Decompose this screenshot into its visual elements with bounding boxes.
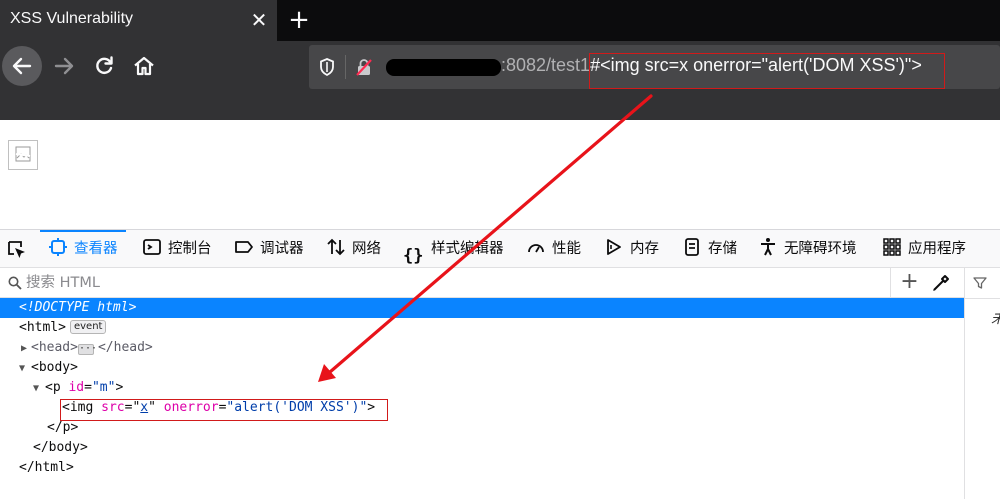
tab-title: XSS Vulnerability [10,10,134,27]
tab-label: 存储 [708,241,737,257]
tab-label: 网络 [352,241,381,257]
eyedropper-icon[interactable] [930,272,952,294]
tab-performance[interactable]: 性能 [526,230,581,268]
tab-label: 应用程序 [908,241,966,257]
doctype-text: <!DOCTYPE html> [19,300,137,315]
side-panel-text: 未 [991,308,1000,328]
tab-label: 内存 [630,241,659,257]
search-icon [8,276,22,290]
broken-image-icon [15,146,31,162]
collapse-twisty-icon[interactable]: ▼ [33,379,43,399]
back-button[interactable] [2,46,42,86]
p-close-tag: </p> [47,420,79,435]
tab-network[interactable]: 网络 [326,230,381,268]
home-button[interactable] [124,46,164,86]
tab-label: 无障碍环境 [784,241,857,257]
performance-icon [528,244,544,253]
img-open-tag: <img [62,400,94,415]
url-separator [345,55,346,79]
img-onerror-name: onerror [163,400,219,415]
debugger-icon [235,241,253,253]
img-close-bracket: > [367,400,376,415]
browser-tab[interactable]: XSS Vulnerability ✕ [0,0,277,41]
head-close-tag: </head> [97,340,153,355]
nav-bar: :8082/test1#<img src=x onerror="alert('D… [0,41,1000,120]
tree-node-p[interactable]: ▼ <p id="m"> [0,378,964,398]
arrow-left-icon [12,57,32,75]
body-close-tag: </body> [33,440,88,455]
broken-image [8,140,38,170]
tree-node-body-close[interactable]: </body> [0,438,964,458]
tab-close-icon[interactable]: ✕ [246,6,272,34]
tree-node-img[interactable]: <img src="x" onerror="alert('DOM XSS')"> [0,398,964,418]
devtools-panel: 查看器 控制台 调试器 网络 {} 样式编辑器 性能 内存 存储 无障碍环境 应用… [0,229,1000,499]
home-icon [134,56,154,76]
new-tab-button[interactable]: + [284,4,314,36]
element-picker-icon[interactable] [6,239,28,261]
img-src-name: src [101,400,125,415]
html-search-row: + [0,268,964,298]
inspector-icon [49,238,67,256]
tab-accessibility[interactable]: 无障碍环境 [758,230,857,268]
add-node-button[interactable]: + [890,268,928,298]
tree-node-doctype[interactable]: <!DOCTYPE html> [0,298,964,318]
url-bar[interactable]: :8082/test1#<img src=x onerror="alert('D… [309,45,1000,89]
tree-node-html[interactable]: <html> event [0,318,964,338]
tab-label: 控制台 [168,241,212,257]
tab-storage[interactable]: 存储 [682,230,737,268]
filter-icon[interactable] [973,276,987,290]
p-attr-name: id [68,380,85,395]
forward-button[interactable] [44,46,84,86]
p-attr-value: "m" [91,380,116,395]
side-divider [965,298,1000,299]
tab-label: 调试器 [260,241,304,257]
head-open-tag: <head> [31,340,78,355]
url-host-port: :8082/test1 [501,55,591,75]
tree-node-body[interactable]: ▼ <body> [0,358,964,378]
reload-icon [96,56,113,75]
tab-application[interactable]: 应用程序 [882,230,966,268]
url-fragment-highlight-box [589,53,945,89]
tab-label: 样式编辑器 [431,241,504,257]
accessibility-icon [761,238,775,256]
collapse-twisty-icon[interactable]: ▼ [19,359,29,379]
tree-node-html-close[interactable]: </html> [0,458,964,478]
html-search-input[interactable] [26,272,876,294]
html-open-tag: <html> [19,320,66,335]
console-icon [143,239,161,255]
tab-label: 性能 [552,241,581,257]
shield-icon[interactable] [317,57,337,77]
tab-label: 查看器 [74,241,118,257]
memory-icon [607,239,621,255]
devtools-toolbar: 查看器 控制台 调试器 网络 {} 样式编辑器 性能 内存 存储 无障碍环境 应用… [0,230,1000,268]
tab-debugger[interactable]: 调试器 [234,230,304,268]
arrow-right-icon [54,57,74,75]
application-icon [883,238,901,256]
tab-style-editor[interactable]: {} 样式编辑器 [403,230,504,268]
devtools-side-panel: 未 [964,268,1000,499]
insecure-lock-icon[interactable] [354,57,374,77]
tab-console[interactable]: 控制台 [142,230,212,268]
body-open-tag: <body> [31,360,78,375]
tab-bar: XSS Vulnerability ✕ + [0,0,1000,41]
redacted-host [386,59,501,76]
tab-inspector[interactable]: 查看器 [40,230,126,268]
storage-icon [685,238,699,256]
reload-button[interactable] [84,46,124,86]
img-src-value[interactable]: x [140,400,148,415]
tree-node-p-close[interactable]: </p> [0,418,964,438]
tree-node-head[interactable]: ▶ <head>···</head> [0,338,964,358]
network-icon [327,238,345,256]
tab-memory[interactable]: 内存 [604,230,659,268]
event-badge[interactable]: event [69,320,107,334]
collapsed-ellipsis-icon[interactable]: ··· [77,344,97,355]
img-onerror-value: "alert('DOM XSS')" [226,400,368,415]
expand-twisty-icon[interactable]: ▶ [21,339,31,359]
html-close-tag: </html> [19,460,74,475]
p-open-tag: <p [45,380,61,395]
style-editor-icon: {} [403,246,424,266]
